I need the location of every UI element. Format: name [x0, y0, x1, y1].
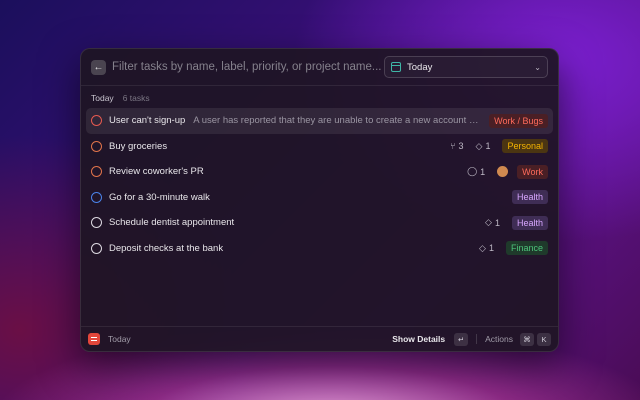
task-checkbox[interactable]: [91, 115, 102, 127]
task-description: A user has reported that they are unable…: [193, 115, 482, 127]
show-details-button[interactable]: Show Details: [392, 334, 445, 344]
task-title: Go for a 30-minute walk: [109, 191, 210, 203]
search-bar: ← Today ⌄: [81, 49, 558, 86]
section-title: Today: [91, 93, 114, 103]
task-meta: ⑂ 3 ◇ 1: [450, 141, 493, 152]
task-checkbox[interactable]: [91, 191, 102, 203]
section-count: 6 tasks: [122, 93, 150, 103]
task-checkbox[interactable]: [91, 242, 102, 254]
task-title: Deposit checks at the bank: [109, 242, 224, 254]
task-title: Buy groceries: [109, 140, 168, 152]
task-checkbox[interactable]: [91, 140, 102, 152]
project-tag: Finance: [505, 241, 548, 256]
label-count: 1: [494, 217, 500, 228]
assignee-avatar: [497, 166, 509, 178]
project-tag: Personal: [502, 139, 548, 154]
task-title: Review coworker's PR: [109, 166, 204, 178]
task-title: User can't sign-up: [109, 115, 186, 127]
footer-divider: [476, 334, 478, 344]
task-meta: ◇ 1: [485, 217, 503, 228]
actions-button[interactable]: Actions: [485, 334, 513, 344]
todoist-logo-icon: [88, 333, 100, 345]
enter-key-hint: ↵: [454, 332, 469, 346]
command-window: ← Today ⌄ Today 6 tasks User can't sign-…: [80, 48, 559, 352]
task-row[interactable]: Buy groceries ⑂ 3 ◇ 1 Personal: [86, 134, 553, 160]
task-list: User can't sign-up A user has reported t…: [81, 108, 558, 261]
label-icon: ◇: [475, 140, 483, 151]
task-row[interactable]: Deposit checks at the bank ◇ 1 Finance: [86, 236, 553, 262]
subtask-icon: ⑂: [450, 141, 456, 152]
project-tag: Work / Bugs: [489, 113, 548, 128]
comment-count: 1: [480, 166, 486, 177]
task-row[interactable]: User can't sign-up A user has reported t…: [86, 108, 553, 134]
footer-view-label: Today: [108, 334, 131, 344]
project-tag: Work: [517, 164, 548, 179]
project-tag: Health: [511, 190, 548, 205]
chevron-down-icon: ⌄: [534, 62, 541, 72]
label-icon: ◇: [485, 217, 492, 228]
label-icon: ◇: [479, 242, 486, 253]
label-count: 1: [488, 243, 494, 254]
task-checkbox[interactable]: [91, 217, 102, 229]
k-key-hint: K: [537, 332, 551, 346]
back-arrow-icon[interactable]: ←: [91, 59, 106, 75]
label-count: 1: [485, 141, 491, 152]
task-meta: ◯ 1: [467, 166, 488, 177]
task-row[interactable]: Review coworker's PR ◯ 1 Work: [86, 159, 553, 185]
subtask-count: 3: [458, 141, 464, 152]
task-row[interactable]: Schedule dentist appointment ◇ 1 Health: [86, 210, 553, 236]
task-row[interactable]: Go for a 30-minute walk Health: [86, 185, 553, 211]
search-input[interactable]: [112, 61, 384, 73]
calendar-icon: [391, 62, 401, 72]
section-header: Today 6 tasks: [81, 88, 558, 108]
date-filter-label: Today: [407, 61, 433, 73]
task-checkbox[interactable]: [91, 166, 102, 178]
task-title: Schedule dentist appointment: [109, 217, 235, 229]
footer-bar: Today Show Details ↵ Actions ⌘ K: [81, 326, 558, 351]
task-meta: ◇ 1: [479, 243, 497, 254]
date-filter-dropdown[interactable]: Today ⌄: [384, 56, 548, 78]
project-tag: Health: [511, 215, 548, 230]
comment-icon: ◯: [467, 166, 478, 177]
cmd-key-hint: ⌘: [520, 332, 534, 346]
